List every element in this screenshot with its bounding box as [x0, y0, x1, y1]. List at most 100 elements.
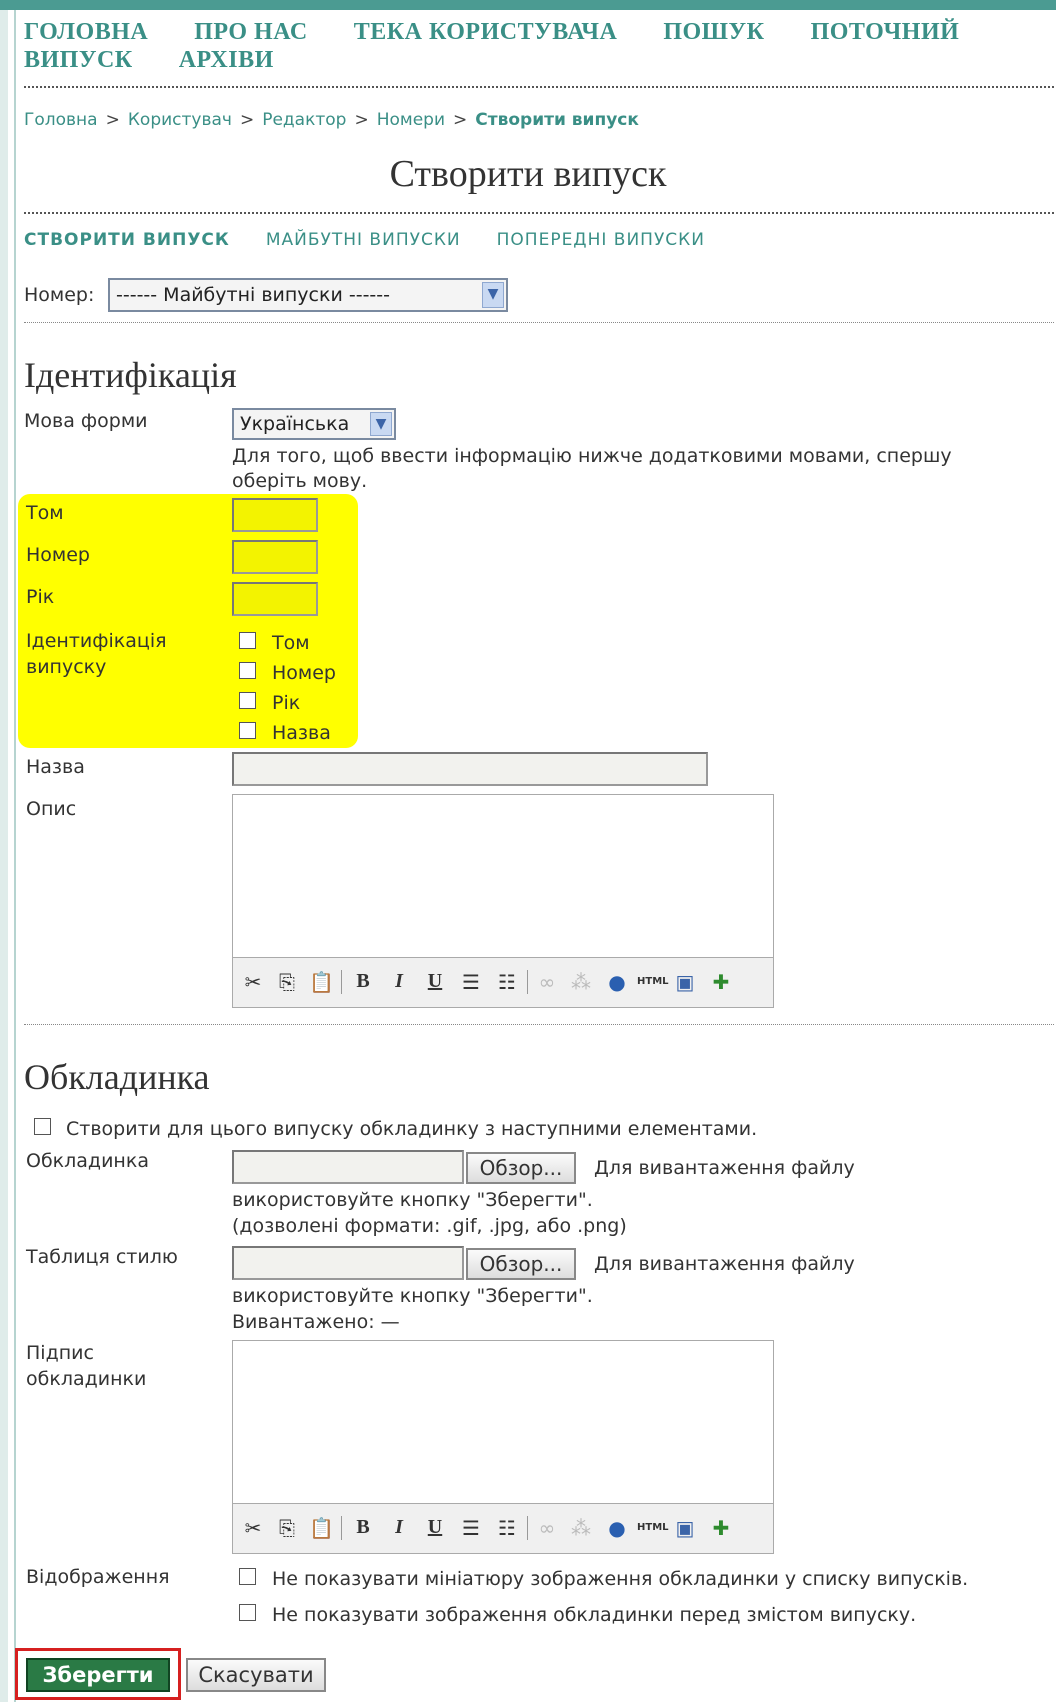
- volume-label: Том: [26, 502, 64, 524]
- number-label: Номер:: [24, 284, 95, 306]
- fullscreen-icon[interactable]: ▣: [673, 970, 697, 994]
- image-icon[interactable]: ✚: [707, 970, 735, 994]
- show-volume-checkbox[interactable]: [239, 632, 256, 649]
- cover-image-label: Обкладинка: [26, 1150, 149, 1172]
- link-icon[interactable]: ∞: [535, 970, 559, 994]
- bold-icon[interactable]: B: [351, 970, 375, 994]
- show-title-checkbox[interactable]: [239, 722, 256, 739]
- volume-input[interactable]: [232, 498, 318, 532]
- toolbar-separator: [527, 1516, 528, 1540]
- section-divider: [24, 1024, 1054, 1025]
- copy-icon[interactable]: ⎘: [275, 1516, 299, 1540]
- nav-divider: [24, 86, 1054, 88]
- year-input[interactable]: [232, 582, 318, 616]
- issue-number-select[interactable]: ------ Майбутні випуски ------ ▼: [108, 278, 508, 312]
- cancel-button[interactable]: Скасувати: [186, 1658, 326, 1692]
- save-button[interactable]: Зберегти: [26, 1658, 170, 1692]
- issue-tabs: СТВОРИТИ ВИПУСК МАЙБУТНІ ВИПУСКИ ПОПЕРЕДНІ…: [24, 230, 741, 250]
- cover-upload-hint-2: використовуйте кнопку "Зберегти".: [232, 1189, 593, 1211]
- show-volume-label: Том: [272, 632, 310, 654]
- show-number-checkbox[interactable]: [239, 662, 256, 679]
- paste-icon[interactable]: 📋: [309, 970, 334, 994]
- help-icon[interactable]: ●: [605, 1516, 629, 1540]
- cover-file-input[interactable]: [232, 1150, 464, 1184]
- cover-browse-button[interactable]: Обзор...: [466, 1152, 576, 1184]
- breadcrumb-issues[interactable]: Номери: [377, 110, 445, 130]
- unlink-icon[interactable]: ⁂: [569, 1516, 593, 1540]
- title-input[interactable]: [232, 752, 708, 786]
- bullet-list-icon[interactable]: ☰: [459, 970, 483, 994]
- hide-thumbnail-checkbox[interactable]: [239, 1568, 256, 1585]
- numbered-list-icon[interactable]: ☷: [495, 1516, 519, 1540]
- unlink-icon[interactable]: ⁂: [569, 970, 593, 994]
- tab-back-issues[interactable]: ПОПЕРЕДНІ ВИПУСКИ: [497, 230, 705, 250]
- create-cover-checkbox[interactable]: [34, 1118, 51, 1135]
- number-field-label: Номер: [26, 544, 90, 566]
- html-icon[interactable]: HTML: [637, 970, 669, 994]
- breadcrumb-sep: >: [354, 110, 369, 130]
- cover-formats-hint: (дозволені формати: .gif, .jpg, або .png…: [232, 1215, 627, 1237]
- nav-home[interactable]: ГОЛОВНА: [24, 18, 148, 46]
- left-sidebar-strip: [0, 10, 8, 1702]
- stylesheet-upload-hint-1: Для вивантаження файлу: [594, 1253, 855, 1275]
- form-language-select[interactable]: Українська ▼: [232, 408, 396, 440]
- bold-icon[interactable]: B: [351, 1516, 375, 1540]
- nav-user-home[interactable]: ТЕКА КОРИСТУВАЧА: [354, 18, 618, 46]
- fullscreen-icon[interactable]: ▣: [673, 1516, 697, 1540]
- paste-icon[interactable]: 📋: [309, 1516, 334, 1540]
- italic-icon[interactable]: I: [387, 970, 411, 994]
- numbered-list-icon[interactable]: ☷: [495, 970, 519, 994]
- help-icon[interactable]: ●: [605, 970, 629, 994]
- toolbar-separator: [527, 970, 528, 994]
- top-accent-bar: [0, 0, 1056, 10]
- underline-icon[interactable]: U: [423, 1516, 447, 1540]
- cover-caption-editor[interactable]: [232, 1340, 774, 1504]
- tab-future-issues[interactable]: МАЙБУТНІ ВИПУСКИ: [266, 230, 461, 250]
- description-editor[interactable]: [232, 794, 774, 958]
- link-icon[interactable]: ∞: [535, 1516, 559, 1540]
- nav-current[interactable]: ПОТОЧНИЙ: [811, 18, 960, 46]
- image-icon[interactable]: ✚: [707, 1516, 735, 1540]
- nav-search[interactable]: ПОШУК: [663, 18, 764, 46]
- show-year-checkbox[interactable]: [239, 692, 256, 709]
- cut-icon[interactable]: ✂: [241, 1516, 265, 1540]
- nav-current-cont[interactable]: ВИПУСК: [24, 46, 133, 74]
- number-input[interactable]: [232, 540, 318, 574]
- title-divider: [24, 212, 1054, 214]
- issue-identification-label-line2: випуску: [26, 656, 107, 678]
- show-year-label: Рік: [272, 692, 301, 714]
- stylesheet-label: Таблиця стилю: [26, 1246, 178, 1268]
- tab-create-issue[interactable]: СТВОРИТИ ВИПУСК: [24, 230, 230, 250]
- left-border-line: [14, 10, 16, 1702]
- hide-thumbnail-label: Не показувати мініатюру зображення обкла…: [272, 1568, 969, 1590]
- html-icon[interactable]: HTML: [637, 1516, 669, 1540]
- stylesheet-browse-button[interactable]: Обзор...: [466, 1248, 576, 1280]
- breadcrumb: Головна > Користувач > Редактор > Номери > Створ…: [24, 110, 639, 130]
- cover-caption-label-line2: обкладинки: [26, 1368, 147, 1390]
- italic-icon[interactable]: I: [387, 1516, 411, 1540]
- breadcrumb-home[interactable]: Головна: [24, 110, 98, 130]
- stylesheet-upload-hint-2: використовуйте кнопку "Зберегти".: [232, 1285, 593, 1307]
- chevron-down-icon[interactable]: ▼: [482, 282, 504, 308]
- copy-icon[interactable]: ⎘: [275, 970, 299, 994]
- page-title: Створити випуск: [389, 153, 667, 195]
- display-label: Відображення: [26, 1566, 170, 1588]
- breadcrumb-sep: >: [239, 110, 255, 130]
- breadcrumb-user[interactable]: Користувач: [128, 110, 232, 130]
- hide-cover-checkbox[interactable]: [239, 1604, 256, 1621]
- nav-archives[interactable]: АРХІВИ: [179, 46, 274, 74]
- page: ГОЛОВНА ПРО НАС ТЕКА КОРИСТУВАЧА ПОШУК ПОТОЧ…: [0, 0, 1056, 1702]
- show-title-label: Назва: [272, 722, 331, 744]
- issue-identification-label: Ідентифікація випуску: [26, 628, 167, 680]
- cover-caption-label: Підпис обкладинки: [26, 1340, 146, 1392]
- breadcrumb-editor[interactable]: Редактор: [262, 110, 346, 130]
- nav-about[interactable]: ПРО НАС: [194, 18, 308, 46]
- chevron-down-icon[interactable]: ▼: [370, 412, 392, 436]
- breadcrumb-current[interactable]: Створити випуск: [475, 110, 639, 130]
- cut-icon[interactable]: ✂: [241, 970, 265, 994]
- stylesheet-file-input[interactable]: [232, 1246, 464, 1280]
- cover-heading: Обкладинка: [24, 1057, 210, 1097]
- year-label: Рік: [26, 586, 55, 608]
- underline-icon[interactable]: U: [423, 970, 447, 994]
- bullet-list-icon[interactable]: ☰: [459, 1516, 483, 1540]
